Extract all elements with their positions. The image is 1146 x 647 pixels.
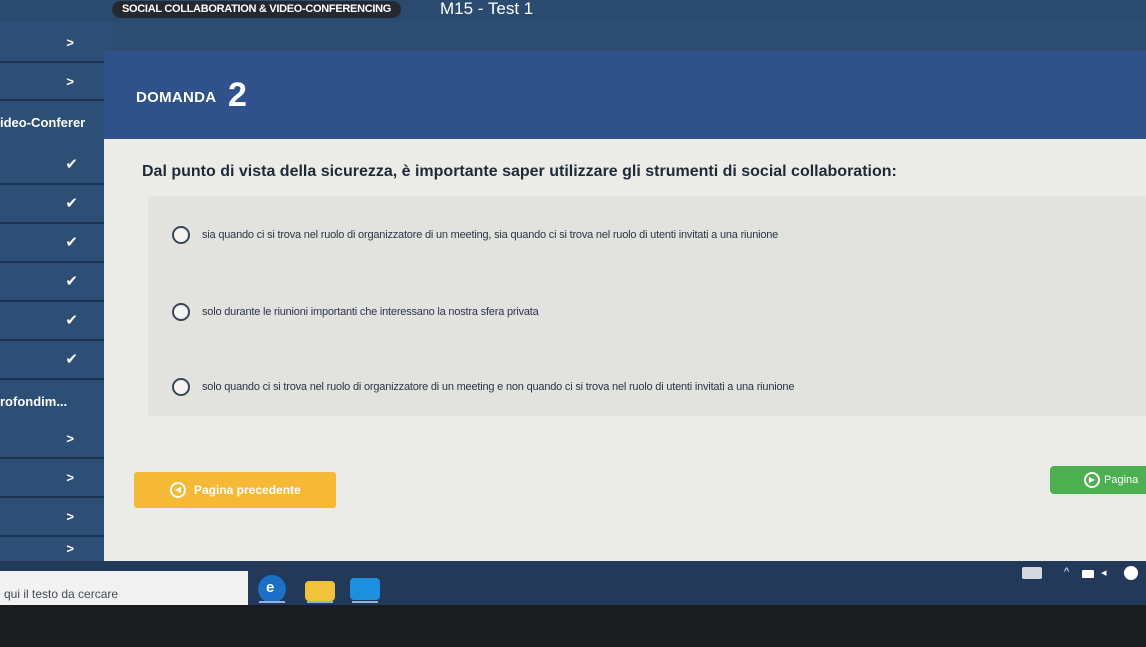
sidebar-section-label: ideo-Conferer (0, 115, 86, 130)
radio-button[interactable] (172, 378, 190, 396)
answer-option-2[interactable]: solo durante le riunioni importanti che … (172, 301, 539, 323)
chevron-right-icon: > (66, 541, 74, 556)
sidebar-item-question-6[interactable]: ✔ (0, 343, 108, 380)
active-app-indicator (307, 601, 333, 603)
check-icon: ✔ (65, 351, 78, 368)
chevron-right-icon: > (66, 431, 74, 446)
previous-page-button[interactable]: ◀ Pagina precedente (134, 472, 336, 508)
notification-icon[interactable] (1124, 566, 1138, 580)
answer-list: sia quando ci si trova nel ruolo di orga… (148, 196, 1146, 416)
question-label: DOMANDA (136, 89, 217, 106)
sidebar: > > ideo-Conferer ✔ ✔ ✔ ✔ ✔ ✔ rofondim..… (0, 22, 112, 572)
top-bar: SOCIAL COLLABORATION & VIDEO-CONFERENCIN… (0, 0, 1146, 22)
active-app-indicator (259, 601, 285, 603)
keyboard-icon[interactable] (1022, 567, 1042, 579)
battery-icon[interactable] (1082, 570, 1094, 578)
speaker-icon[interactable]: ◂ (1101, 566, 1107, 579)
chevron-right-icon: > (66, 470, 74, 485)
sidebar-item[interactable]: > (0, 422, 108, 459)
edge-browser-icon[interactable]: e (258, 575, 286, 603)
answer-option-3[interactable]: solo quando ci si trova nel ruolo di org… (172, 376, 794, 398)
sidebar-item-question-5[interactable]: ✔ (0, 304, 108, 341)
previous-page-label: Pagina precedente (194, 483, 301, 497)
check-icon: ✔ (65, 312, 78, 329)
radio-button[interactable] (172, 303, 190, 321)
check-icon: ✔ (65, 195, 78, 212)
next-page-label: Pagina (1104, 474, 1139, 486)
sidebar-item-question-1[interactable]: ✔ (0, 148, 108, 185)
question-panel: DOMANDA 2 Dal punto di vista della sicur… (104, 51, 1146, 561)
question-text: Dal punto di vista della sicurezza, è im… (142, 163, 897, 180)
question-number: 2 (228, 76, 247, 114)
check-icon: ✔ (65, 234, 78, 251)
check-icon: ✔ (65, 273, 78, 290)
arrow-left-icon: ◀ (170, 482, 186, 498)
active-app-indicator (352, 601, 378, 603)
answer-text: sia quando ci si trova nel ruolo di orga… (202, 229, 779, 241)
chevron-right-icon: > (66, 509, 74, 524)
sidebar-item-question-2[interactable]: ✔ (0, 187, 108, 224)
question-header: DOMANDA 2 (104, 51, 1146, 139)
monitor-bezel (0, 605, 1146, 647)
arrow-right-icon: ▶ (1084, 472, 1100, 488)
answer-option-1[interactable]: sia quando ci si trova nel ruolo di orga… (172, 224, 778, 246)
sidebar-item-question-3[interactable]: ✔ (0, 226, 108, 263)
chevron-up-icon[interactable]: ^ (1064, 566, 1069, 578)
sidebar-item-question-4[interactable]: ✔ (0, 265, 108, 302)
taskbar-search-input[interactable]: qui il testo da cercare (4, 587, 118, 601)
chevron-right-icon: > (66, 74, 74, 89)
file-explorer-icon[interactable] (305, 581, 335, 601)
answer-text: solo durante le riunioni importanti che … (202, 306, 539, 318)
taskbar: qui il testo da cercare e ^ ◂ (0, 561, 1146, 605)
store-icon[interactable] (350, 578, 380, 600)
radio-button[interactable] (172, 226, 190, 244)
chevron-right-icon: > (66, 35, 74, 50)
sidebar-link-approfondimenti[interactable]: rofondim... (0, 394, 67, 410)
course-title: SOCIAL COLLABORATION & VIDEO-CONFERENCIN… (112, 1, 402, 18)
sidebar-item[interactable]: > (0, 65, 108, 101)
sidebar-item[interactable]: > (0, 461, 108, 498)
test-title: M15 - Test 1 (440, 0, 534, 18)
check-icon: ✔ (65, 156, 78, 173)
next-page-button[interactable]: ▶ Pagina (1050, 466, 1146, 494)
screen: SOCIAL COLLABORATION & VIDEO-CONFERENCIN… (0, 0, 1146, 647)
answer-text: solo quando ci si trova nel ruolo di org… (202, 381, 795, 393)
sidebar-item[interactable]: > (0, 26, 108, 63)
